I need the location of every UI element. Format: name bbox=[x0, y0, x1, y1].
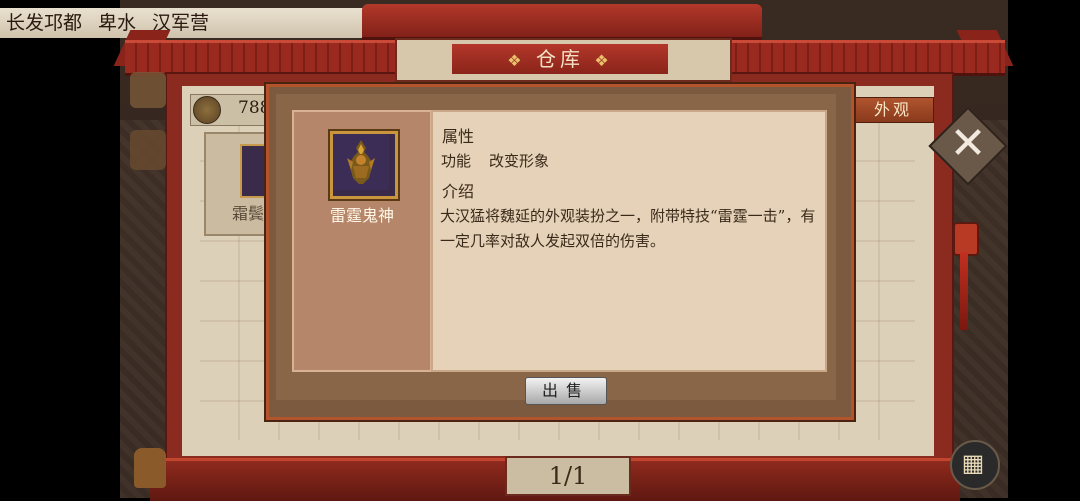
tassel bbox=[960, 252, 968, 330]
item-description: 大汉猛将魏延的外观装扮之一，附带特技“雷霆一击”，有一定几率对敌人发起双倍的伤害… bbox=[440, 207, 816, 250]
attribute-row: 功能 改变形象 bbox=[441, 150, 549, 171]
side-menu-icon[interactable] bbox=[130, 72, 166, 108]
attributes-heading: 属性 bbox=[442, 127, 475, 146]
sell-button[interactable]: 出售 bbox=[525, 377, 607, 405]
lantern-icon bbox=[953, 222, 979, 256]
warrior-figure-icon bbox=[333, 134, 389, 190]
pot-icon bbox=[134, 448, 166, 488]
inventory-slot-label: 霜鬓 bbox=[232, 204, 265, 223]
coin-icon bbox=[193, 96, 221, 124]
intro-heading: 介绍 bbox=[442, 182, 475, 201]
attribute-key: 功能 bbox=[441, 152, 472, 170]
window-title-text: 仓库 bbox=[536, 47, 584, 71]
close-icon[interactable]: ✕ bbox=[948, 118, 988, 170]
item-icon bbox=[330, 131, 398, 199]
ornament-left-icon: ❖ bbox=[507, 51, 526, 70]
location-bar: 长发邛都 卑水 汉军营 bbox=[0, 8, 366, 38]
window-title: ❖ 仓库 ❖ bbox=[452, 44, 668, 74]
item-name: 雷霆鬼神 bbox=[329, 206, 394, 225]
roof-top bbox=[362, 4, 762, 40]
attribute-value: 改变形象 bbox=[489, 152, 550, 170]
side-menu-icon[interactable] bbox=[130, 130, 166, 170]
ornament-right-icon: ❖ bbox=[594, 51, 613, 70]
page-indicator: 1/1 bbox=[505, 456, 631, 496]
location-region: 长发邛都 bbox=[6, 12, 83, 34]
grid-icon[interactable]: ▦ bbox=[958, 448, 988, 478]
tab-appearance[interactable]: 外观 bbox=[852, 97, 934, 123]
